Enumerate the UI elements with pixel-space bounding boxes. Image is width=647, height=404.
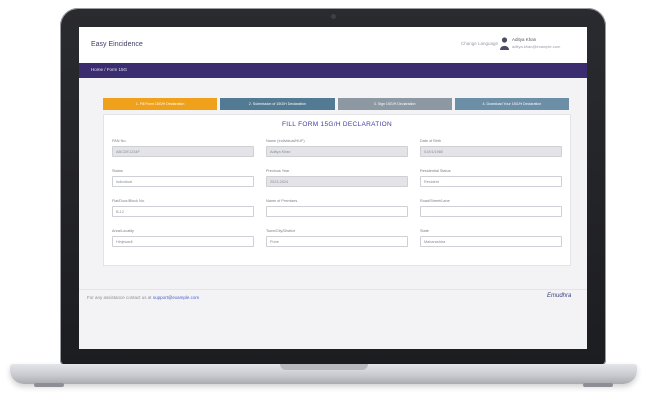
field-label: Flat/Door/Block No. — [112, 199, 145, 203]
app-title[interactable]: Easy Eincidence — [91, 41, 143, 48]
field-input: ABCDE1234F — [112, 146, 254, 157]
footer-note-text: For any assistance contact us at — [87, 295, 152, 300]
step-tab[interactable]: 1. Fill Form 15G/H Declaration — [103, 98, 218, 110]
form-field: PAN No. ABCDE1234F — [112, 139, 256, 157]
form-field: Town/City/District Pune — [266, 229, 410, 247]
field-label: Road/Street/Lane — [420, 199, 450, 203]
field-input[interactable]: Pune — [266, 236, 408, 247]
field-label: Residential Status — [420, 169, 451, 173]
field-input[interactable]: Maharashtra — [420, 236, 562, 247]
brand-logo: Emudhra — [547, 293, 572, 299]
field-label: State — [420, 229, 429, 233]
laptop-scene: Easy Eincidence Change Language Aditya K… — [0, 0, 647, 404]
camera-icon — [331, 14, 336, 19]
step-progress: 1. Fill Form 15G/H Declaration 2. Submiss… — [103, 98, 569, 110]
field-input: 2023-2024 — [266, 176, 408, 187]
field-label: Status — [112, 169, 123, 173]
language-selector[interactable]: Change Language — [461, 41, 498, 46]
field-input[interactable]: Individual — [112, 176, 254, 187]
field-label: PAN No. — [112, 139, 127, 143]
step-tab[interactable]: 2. Submission of 15G/H Declaration — [220, 98, 335, 110]
form-field: Flat/Door/Block No. B-12 — [112, 199, 256, 217]
footer-divider — [79, 289, 587, 290]
form-field: Name (Individual/HUF) Aditya Khan — [266, 139, 410, 157]
laptop-foot-left — [34, 383, 64, 387]
field-input: Aditya Khan — [266, 146, 408, 157]
laptop-base — [10, 364, 637, 387]
footer-note: For any assistance contact us at support… — [87, 295, 199, 300]
trackpad-notch — [280, 364, 368, 370]
field-input[interactable] — [266, 206, 408, 217]
step-tab[interactable]: 3. Sign 15G/H Declaration — [337, 98, 452, 110]
app-header: Easy Eincidence Change Language Aditya K… — [79, 27, 587, 64]
form-field: Name of Premises — [266, 199, 410, 217]
user-name: Aditya Khan — [512, 37, 537, 42]
field-input[interactable]: Hinjewadi — [112, 236, 254, 247]
field-input[interactable] — [420, 206, 562, 217]
user-email: aditya.khan@example.com — [512, 44, 561, 49]
form-field: Road/Street/Lane — [420, 199, 564, 217]
breadcrumb[interactable]: Home / Form 15G — [91, 67, 127, 72]
field-input[interactable]: B-12 — [112, 206, 254, 217]
form-field: State Maharashtra — [420, 229, 564, 247]
step-tab[interactable]: 4. Download Your 15G/H Declaration — [454, 98, 569, 110]
field-label: Name (Individual/HUF) — [266, 139, 305, 143]
laptop-screen: Easy Eincidence Change Language Aditya K… — [79, 27, 587, 349]
form-field: Previous Year 2023-2024 — [266, 169, 410, 187]
form-field: Residential Status Resident — [420, 169, 564, 187]
field-label: Area/Locality — [112, 229, 134, 233]
field-label: Name of Premises — [266, 199, 298, 203]
form-field: Date of Birth 01/01/1980 — [420, 139, 564, 157]
form-card: FILL FORM 15G/H DECLARATION PAN No. ABCDE… — [103, 114, 571, 266]
breadcrumb-bar: Home / Form 15G — [79, 63, 587, 78]
support-email-link[interactable]: support@example.com — [153, 295, 199, 300]
main-content: 1. Fill Form 15G/H Declaration 2. Submiss… — [79, 78, 587, 349]
field-label: Previous Year — [266, 169, 290, 173]
field-label: Date of Birth — [420, 139, 442, 143]
form-field: Area/Locality Hinjewadi — [112, 229, 256, 247]
field-input[interactable]: Resident — [420, 176, 562, 187]
laptop-foot-right — [583, 383, 613, 387]
form-field: Status Individual — [112, 169, 256, 187]
form-title: FILL FORM 15G/H DECLARATION — [282, 121, 392, 128]
field-input: 01/01/1980 — [420, 146, 562, 157]
laptop-lid: Easy Eincidence Change Language Aditya K… — [60, 8, 606, 366]
field-label: Town/City/District — [266, 229, 296, 233]
user-avatar-icon[interactable] — [500, 37, 509, 50]
